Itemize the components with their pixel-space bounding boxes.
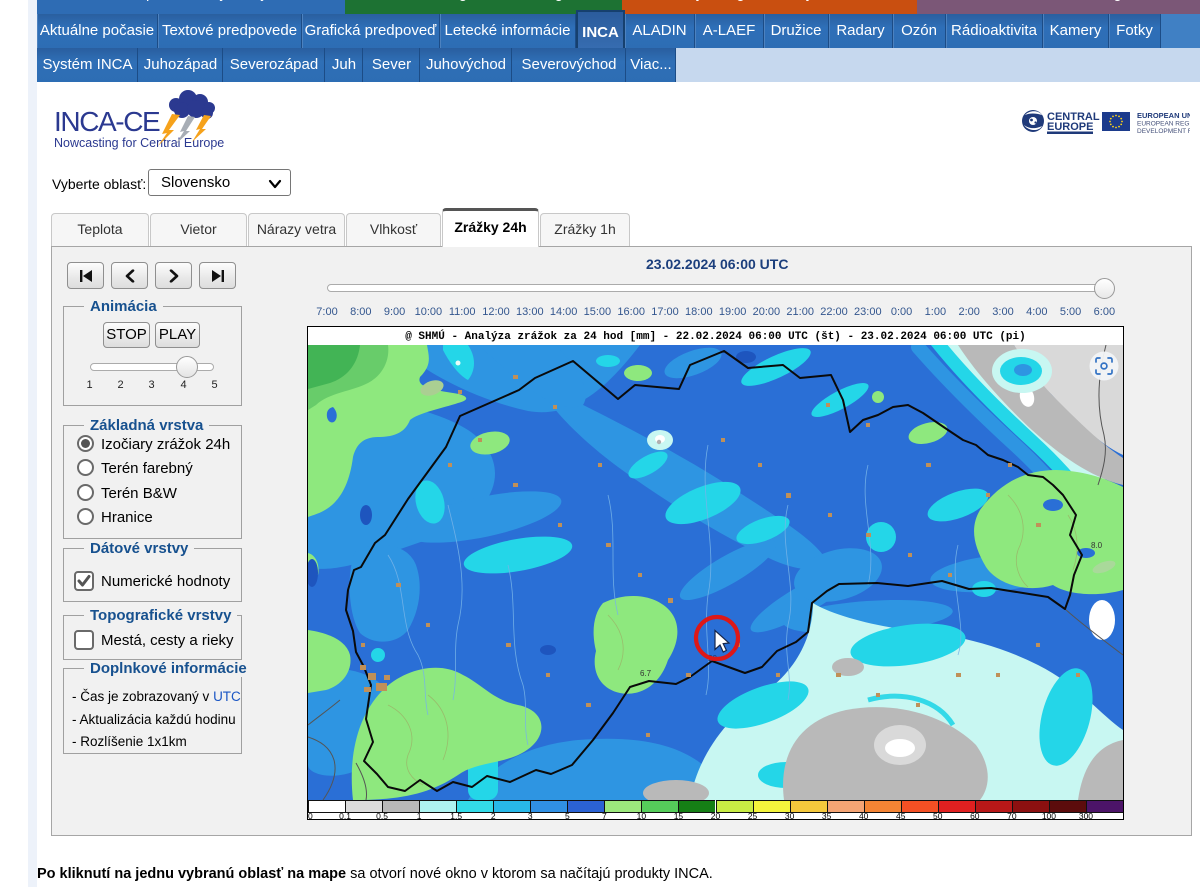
svg-text:DEVELOPMENT FUND: DEVELOPMENT FUND <box>1137 128 1190 135</box>
svg-text:6.7: 6.7 <box>640 669 652 678</box>
svg-text:EUROPEAN UNION: EUROPEAN UNION <box>1137 111 1190 120</box>
svg-text:EUROPE: EUROPE <box>1047 121 1093 133</box>
svg-text:8.0: 8.0 <box>1091 541 1103 550</box>
svg-text:EUROPEAN REGIONAL: EUROPEAN REGIONAL <box>1137 121 1190 128</box>
